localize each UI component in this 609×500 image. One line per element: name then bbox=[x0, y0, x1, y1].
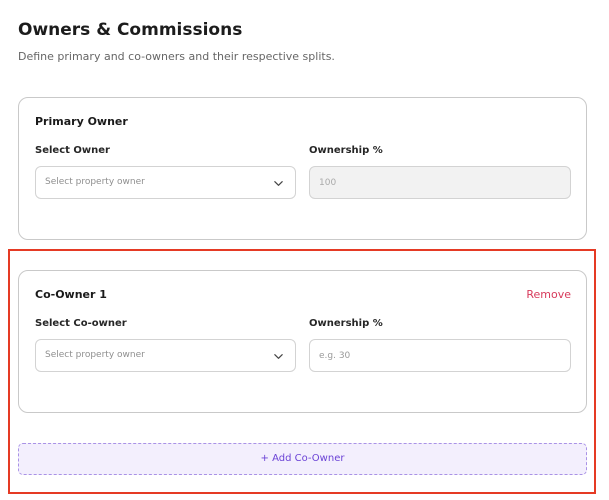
remove-co-owner-button[interactable]: Remove bbox=[526, 288, 571, 301]
primary-owner-select-value: Select property owner bbox=[45, 177, 145, 187]
co-owner-heading: Co-Owner 1 bbox=[35, 288, 107, 301]
chevron-down-icon bbox=[274, 181, 283, 186]
co-owner-ownership-label: Ownership % bbox=[309, 318, 383, 329]
primary-owner-card: Primary Owner Select Owner Ownership % S… bbox=[18, 97, 587, 240]
select-co-owner-label: Select Co-owner bbox=[35, 318, 127, 329]
chevron-down-icon bbox=[274, 354, 283, 359]
co-owner-select-value: Select property owner bbox=[45, 350, 145, 360]
primary-owner-heading: Primary Owner bbox=[35, 115, 128, 128]
owners-commissions-page: Owners & Commissions Define primary and … bbox=[0, 0, 609, 500]
primary-ownership-label: Ownership % bbox=[309, 145, 383, 156]
page-subtitle: Define primary and co-owners and their r… bbox=[18, 50, 335, 63]
page-title: Owners & Commissions bbox=[18, 20, 243, 40]
select-owner-label: Select Owner bbox=[35, 145, 110, 156]
add-co-owner-button[interactable]: + Add Co-Owner bbox=[18, 443, 587, 475]
primary-owner-select[interactable]: Select property owner bbox=[35, 166, 296, 199]
co-owner-card: Co-Owner 1 Remove Select Co-owner Owners… bbox=[18, 270, 587, 413]
co-owner-ownership-input[interactable] bbox=[309, 339, 571, 372]
primary-ownership-input bbox=[309, 166, 571, 199]
co-owner-select[interactable]: Select property owner bbox=[35, 339, 296, 372]
